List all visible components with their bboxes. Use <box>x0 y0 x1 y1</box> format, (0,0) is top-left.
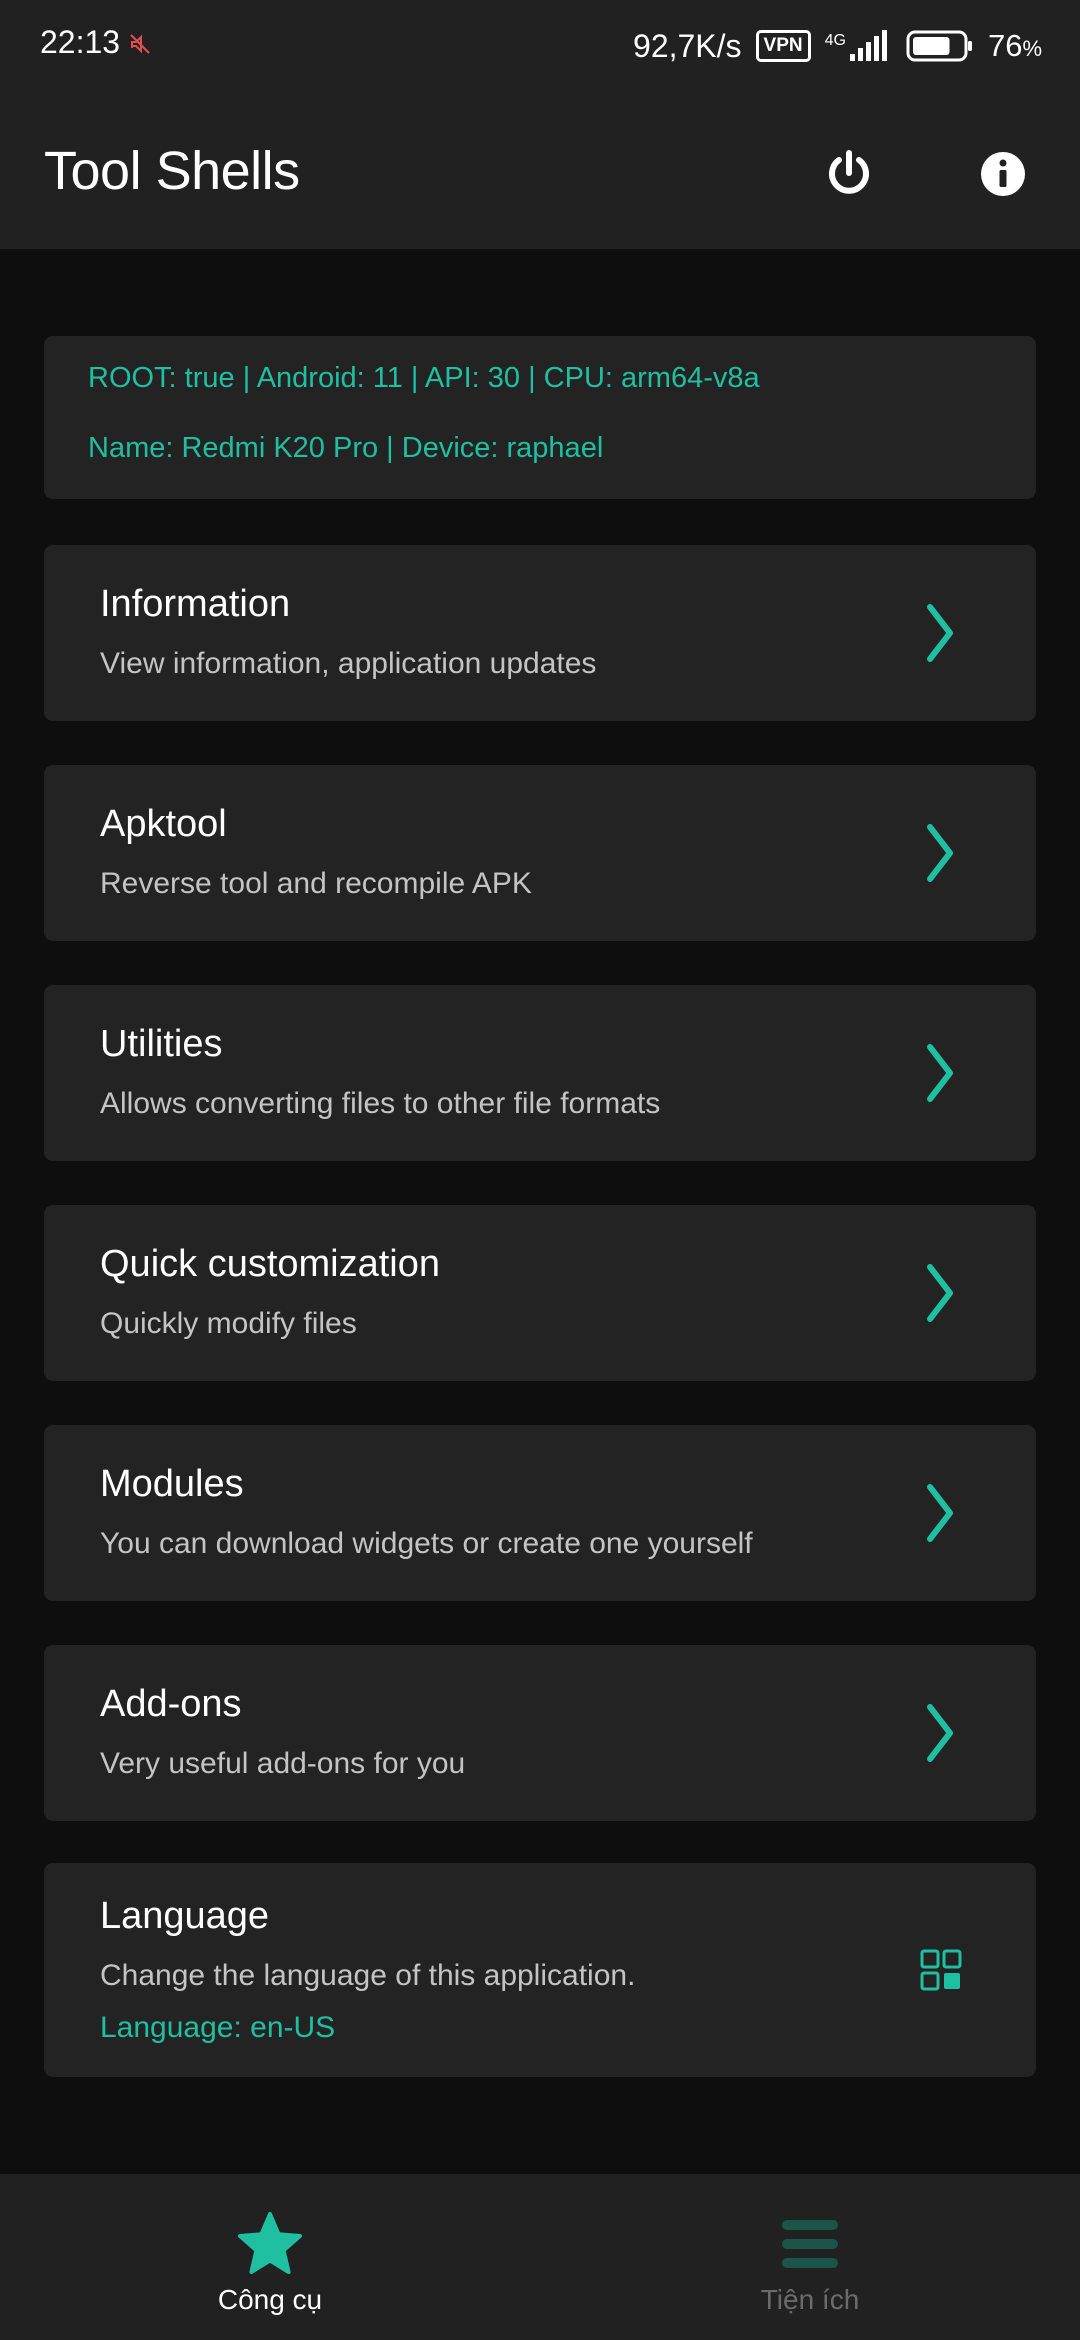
battery-icon <box>906 30 972 62</box>
menu-item-subtitle: Very useful add-ons for you <box>100 1747 466 1780</box>
device-info-line-1: ROOT: true | Android: 11 | API: 30 | CPU… <box>88 362 760 394</box>
grid-icon <box>920 1949 962 1991</box>
menu-item-title: Apktool <box>100 803 227 845</box>
menu-item-language[interactable]: Language Change the language of this app… <box>44 1863 1036 2077</box>
status-bar: 22:13 92,7K/s VPN 4G 76% <box>0 0 1080 92</box>
menu-item-apktool[interactable]: Apktool Reverse tool and recompile APK <box>44 765 1036 941</box>
menu-item-modules[interactable]: Modules You can download widgets or crea… <box>44 1425 1036 1601</box>
menu-item-subtitle: Quickly modify files <box>100 1307 357 1340</box>
chevron-right-icon <box>927 824 953 882</box>
chevron-right-icon <box>927 1704 953 1762</box>
menu-item-subtitle: You can download widgets or create one y… <box>100 1527 753 1560</box>
net-speed: 92,7K/s <box>633 27 742 64</box>
battery-percent-value: 76 <box>987 28 1023 63</box>
menu-item-title: Modules <box>100 1463 244 1505</box>
device-info-line-2: Name: Redmi K20 Pro | Device: raphael <box>88 432 604 464</box>
do-not-disturb-icon <box>130 34 150 54</box>
status-time: 22:13 <box>40 24 121 60</box>
info-icon <box>981 152 1025 196</box>
language-title: Language <box>100 1895 270 1937</box>
menu-item-utilities[interactable]: Utilities Allows converting files to oth… <box>44 985 1036 1161</box>
nav-tab-utilities[interactable]: Tiện ích <box>540 2174 1080 2340</box>
battery-percent: 76% <box>988 28 1042 64</box>
menu-item-information[interactable]: Information View information, applicatio… <box>44 545 1036 721</box>
menu-item-quick-customization[interactable]: Quick customization Quickly modify files <box>44 1205 1036 1381</box>
menu-item-title: Information <box>100 583 291 625</box>
chevron-right-icon <box>927 1044 953 1102</box>
app-bar: Tool Shells <box>0 92 1080 249</box>
vpn-badge: VPN <box>755 30 811 62</box>
battery-percent-unit: % <box>1022 36 1042 61</box>
star-icon <box>238 2212 302 2274</box>
network-type: 4G <box>824 32 846 49</box>
page-title: Tool Shells <box>44 141 300 201</box>
signal-group: 4G <box>825 30 892 62</box>
menu-item-title: Quick customization <box>100 1243 441 1285</box>
menu-icon <box>782 2220 838 2268</box>
menu-item-add-ons[interactable]: Add-ons Very useful add-ons for you <box>44 1645 1036 1821</box>
chevron-right-icon <box>927 1484 953 1542</box>
power-icon <box>829 150 869 194</box>
menu-item-subtitle: Reverse tool and recompile APK <box>100 867 532 900</box>
menu-item-subtitle: Allows converting files to other file fo… <box>100 1087 661 1120</box>
nav-tab-label: Công cụ <box>217 2284 323 2315</box>
nav-tab-label: Tiện ích <box>760 2284 860 2315</box>
language-subtitle: Change the language of this application. <box>100 1959 636 1992</box>
info-button[interactable] <box>970 141 1036 207</box>
power-button[interactable] <box>816 141 882 207</box>
chevron-right-icon <box>927 604 953 662</box>
menu-item-subtitle: View information, application updates <box>100 647 597 680</box>
chevron-right-icon <box>927 1264 953 1322</box>
status-indicators: 92,7K/s VPN 4G 76% <box>633 22 1042 70</box>
language-current: Language: en-US <box>100 2011 336 2044</box>
bottom-navigation: Công cụ Tiện ích <box>0 2174 1080 2340</box>
menu-item-title: Add-ons <box>100 1683 242 1725</box>
nav-tab-tools[interactable]: Công cụ <box>0 2174 540 2340</box>
signal-icon <box>849 30 887 61</box>
device-info-card: ROOT: true | Android: 11 | API: 30 | CPU… <box>44 336 1036 499</box>
menu-item-title: Utilities <box>100 1023 223 1065</box>
